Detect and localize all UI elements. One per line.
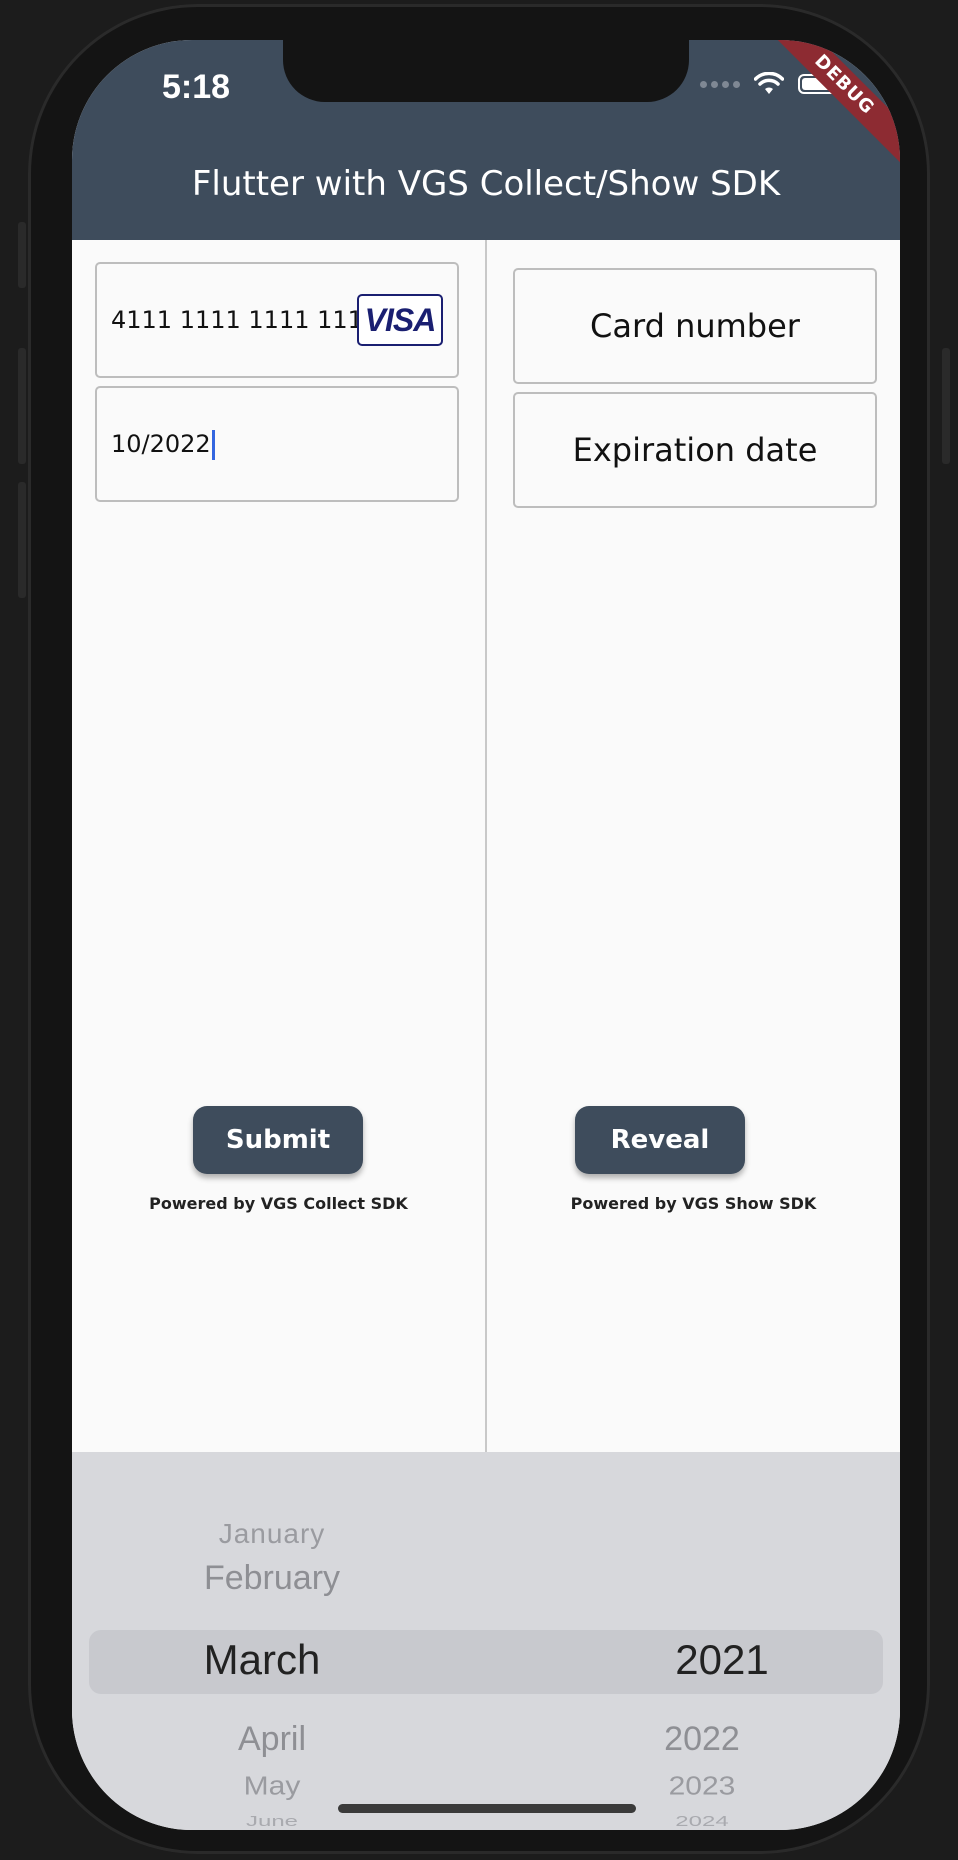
debug-banner: DEBUG — [762, 40, 900, 167]
power-button — [942, 348, 950, 464]
expiration-date-value: 10/2022 — [111, 388, 215, 500]
picker-month-item[interactable]: April — [152, 1720, 392, 1759]
picker-year-item[interactable]: 2023 — [612, 1773, 792, 1802]
volume-down-button — [18, 482, 26, 598]
text-cursor — [211, 430, 215, 460]
visa-brand-icon: VISA — [357, 294, 443, 346]
powered-by-collect: Powered by VGS Collect SDK — [149, 1194, 408, 1213]
picker-month-item[interactable]: June — [162, 1814, 382, 1830]
column-divider — [485, 240, 487, 1452]
picker-year-item[interactable]: 2024 — [612, 1814, 792, 1830]
picker-year-item[interactable]: 2022 — [612, 1720, 792, 1759]
home-indicator[interactable] — [338, 1804, 636, 1813]
expiration-date-reveal-field: Expiration date — [513, 392, 877, 508]
cellular-signal-icon — [700, 80, 740, 88]
picker-month-selected[interactable]: March — [142, 1636, 382, 1684]
picker-month-item[interactable]: January — [162, 1518, 382, 1550]
camera-notch — [283, 40, 689, 102]
expiration-date-input[interactable]: 10/2022 — [95, 386, 459, 502]
phone-screen: 5:18 DEBUG Flutter with VGS Collect/Show… — [72, 40, 900, 1830]
card-number-label: Card number — [590, 307, 800, 345]
picker-year-selected[interactable]: 2021 — [632, 1636, 812, 1684]
mute-switch — [18, 222, 26, 288]
card-number-reveal-field: Card number — [513, 268, 877, 384]
status-time: 5:18 — [162, 68, 231, 106]
powered-by-show: Powered by VGS Show SDK — [570, 1194, 817, 1213]
submit-button[interactable]: Submit — [193, 1106, 363, 1174]
volume-up-button — [18, 348, 26, 464]
picker-month-item[interactable]: February — [152, 1559, 392, 1598]
expiration-date-picker[interactable]: January February March April May June 20… — [72, 1452, 900, 1830]
wifi-icon — [754, 72, 784, 94]
picker-month-item[interactable]: May — [162, 1773, 382, 1802]
main-content: 4111 1111 1111 1111 VISA 10/2022 Card nu… — [72, 240, 900, 1452]
expiration-date-label: Expiration date — [572, 431, 818, 469]
reveal-button[interactable]: Reveal — [575, 1106, 745, 1174]
card-number-value: 4111 1111 1111 1111 — [111, 306, 379, 334]
card-number-input[interactable]: 4111 1111 1111 1111 VISA — [95, 262, 459, 378]
page-title: Flutter with VGS Collect/Show SDK — [191, 164, 781, 204]
